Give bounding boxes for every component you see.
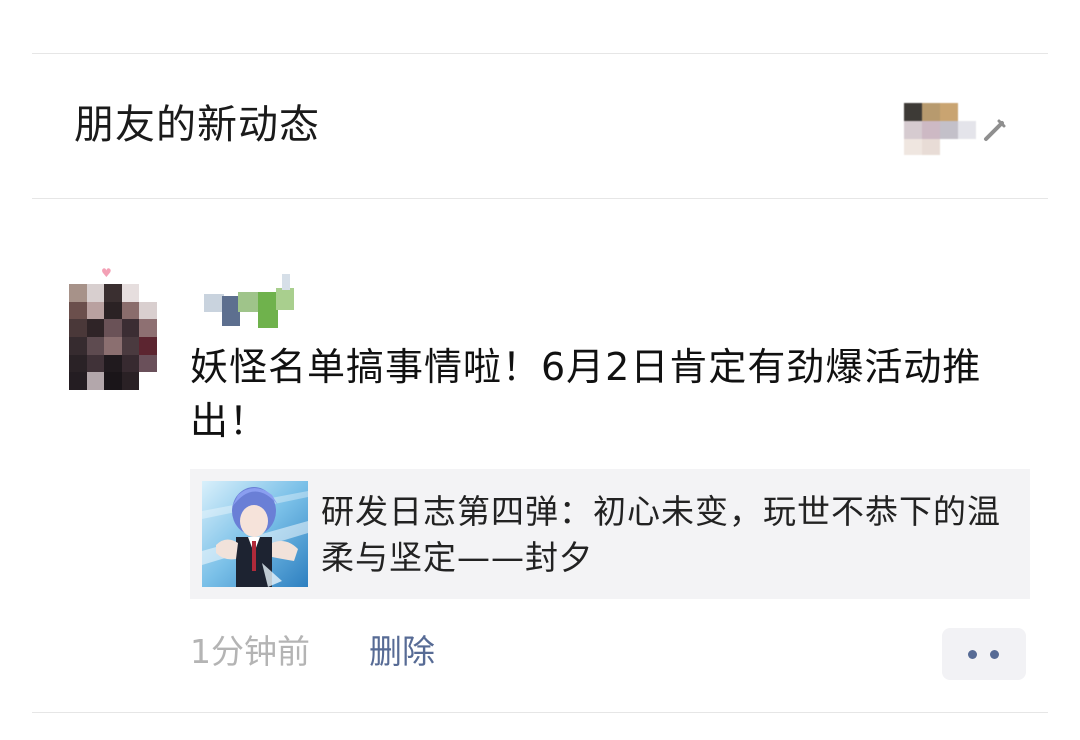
avatar[interactable] [69,284,157,390]
moments-page: 朋友的新动态 ♥ 妖怪名单搞事情啦！6月2日肯定有劲爆活动推出！ 研发日志第四弹… [0,0,1080,740]
delete-button[interactable]: 删除 [369,630,435,674]
heart-icon: ♥ [101,266,112,280]
nickname-blurred[interactable] [192,274,302,330]
article-title: 研发日志第四弹：初心未变，玩世不恭下的温柔与坚定——封夕 [321,492,1001,577]
friend-avatar-thumbnail [904,103,976,155]
header-divider [32,198,1048,199]
more-dots-icon [990,650,999,659]
bottom-divider [32,712,1048,713]
post-timestamp: 1分钟前 [190,632,310,671]
top-divider [32,53,1048,54]
new-activity-header[interactable]: 朋友的新动态 [32,55,1048,198]
shared-article-card[interactable]: 研发日志第四弹：初心未变，玩世不恭下的温柔与坚定——封夕 [190,469,1030,599]
post-text: 妖怪名单搞事情啦！6月2日肯定有劲爆活动推出！ [190,345,982,443]
article-thumbnail [202,481,308,587]
page-title: 朋友的新动态 [74,102,320,148]
moment-post: ♥ 妖怪名单搞事情啦！6月2日肯定有劲爆活动推出！ 研发日志第四弹：初心未变，玩… [0,200,1080,710]
pencil-arrow-icon [984,119,1006,141]
more-dots-icon [968,650,977,659]
more-actions-button[interactable] [942,628,1026,680]
